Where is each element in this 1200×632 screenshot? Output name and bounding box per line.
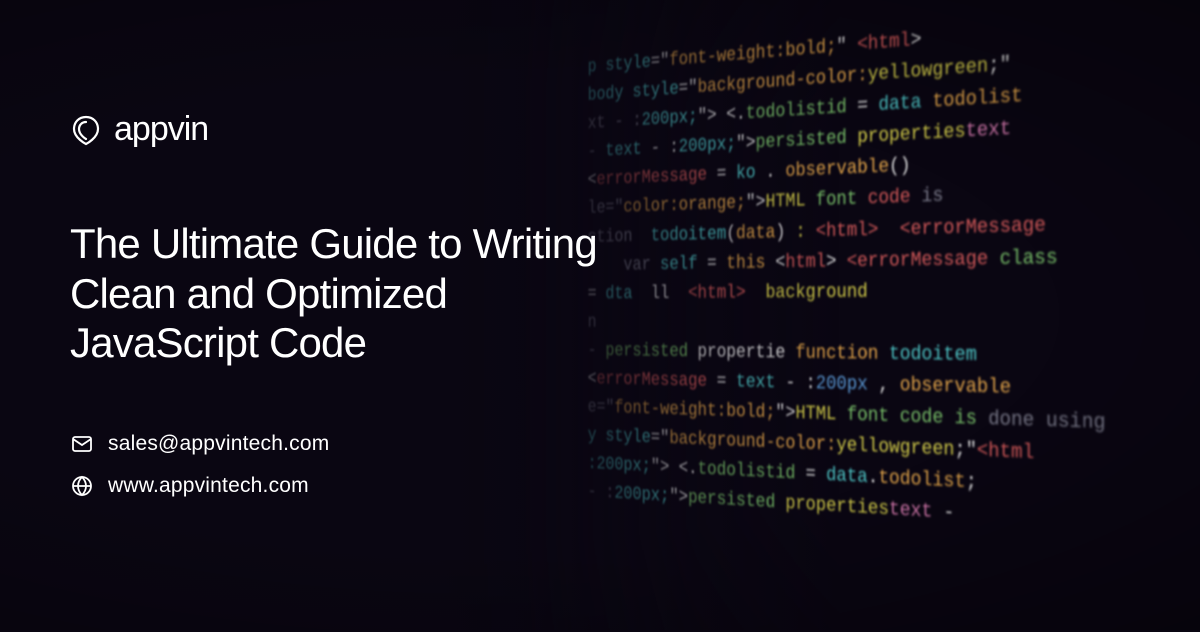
globe-icon [70,474,94,498]
code-line: n [588,307,1200,341]
contact-email: sales@appvintech.com [108,432,329,456]
brand-logo-icon [70,114,102,146]
contact-website: www.appvintech.com [108,474,309,498]
background-code-art: p style="font-weight:bold;" <html>body s… [588,0,1200,632]
page-headline: The Ultimate Guide to Writing Clean and … [70,219,630,368]
contact-email-row: sales@appvintech.com [70,432,640,456]
mail-icon [70,432,94,456]
content-panel: appvin The Ultimate Guide to Writing Cle… [0,0,640,630]
brand-lockup: appvin [70,110,640,149]
contact-website-row: www.appvintech.com [70,474,640,498]
brand-name: appvin [114,110,208,149]
